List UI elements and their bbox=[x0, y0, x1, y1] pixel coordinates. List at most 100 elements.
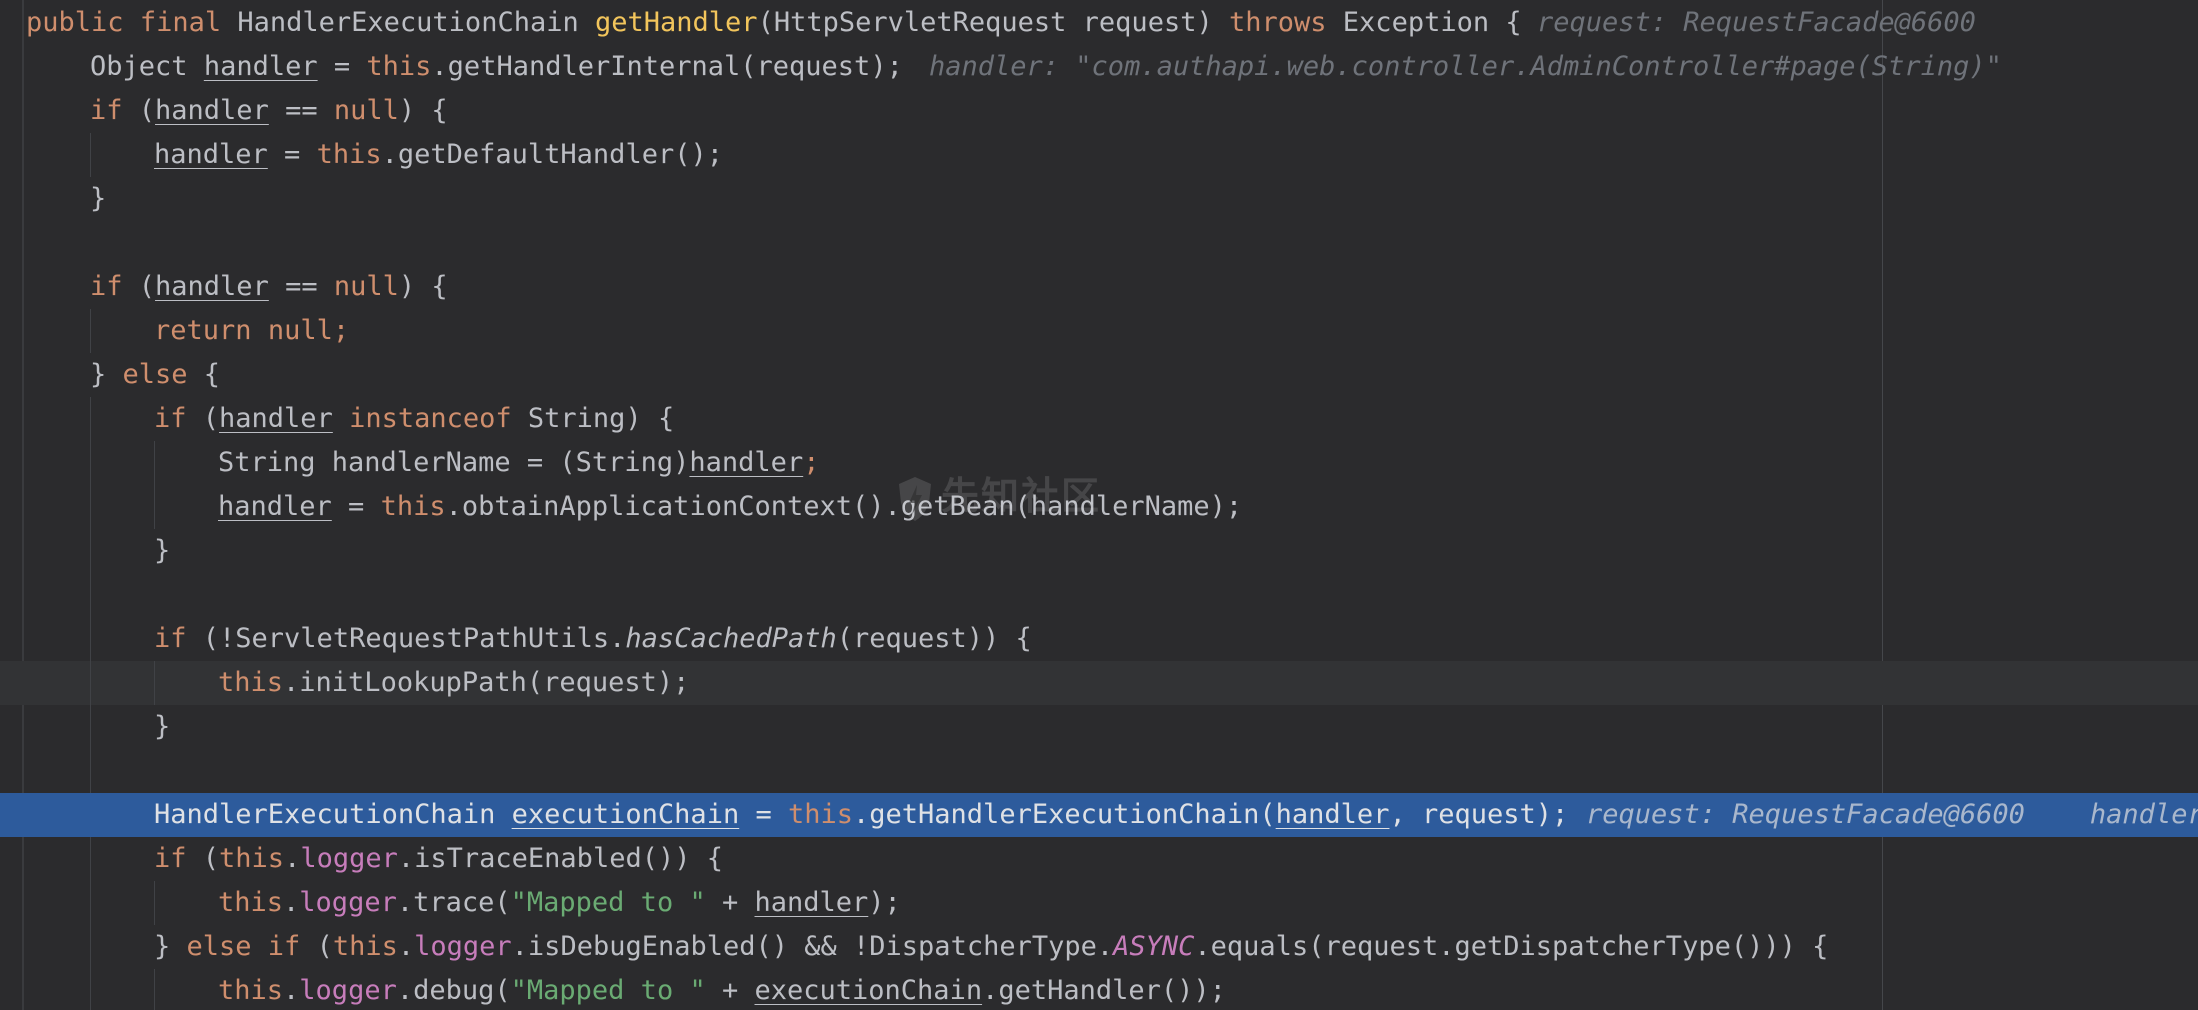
indent-guide bbox=[90, 705, 91, 749]
code-text: this.initLookupPath(request); bbox=[218, 661, 689, 705]
variable-token: executionChain bbox=[511, 799, 740, 830]
code-text: public final HandlerExecutionChain getHa… bbox=[26, 1, 1522, 45]
code-line-3[interactable]: if (handler == null) { bbox=[0, 89, 2198, 133]
inline-debug-value: request: RequestFacade@6600 handler: bbox=[1586, 799, 2198, 830]
indent-guide bbox=[154, 969, 155, 1010]
variable-token: handler bbox=[689, 447, 804, 478]
keyword-token: else if bbox=[186, 931, 301, 962]
indent-guide bbox=[90, 617, 91, 661]
keyword-token: public bbox=[26, 7, 124, 38]
variable-token: handler bbox=[218, 491, 332, 522]
code-text: return null; bbox=[154, 309, 349, 353]
punct-token: ) { bbox=[398, 271, 448, 302]
code-text: } bbox=[154, 535, 171, 566]
variable-token: handler bbox=[754, 887, 869, 918]
punct-token: ; bbox=[332, 315, 350, 346]
keyword-token: this bbox=[787, 799, 854, 830]
code-text: if (handler == null) { bbox=[90, 89, 448, 133]
indent-guide bbox=[90, 837, 91, 881]
punct-token: } bbox=[90, 359, 123, 390]
keyword-token: null bbox=[333, 271, 399, 302]
keyword-token: this bbox=[218, 667, 284, 698]
indent-guide bbox=[90, 925, 91, 969]
operator-token: = bbox=[331, 491, 381, 522]
code-line-14[interactable] bbox=[0, 573, 2198, 617]
keyword-token: final bbox=[139, 7, 222, 38]
code-line-13[interactable]: } bbox=[0, 529, 2198, 573]
method-name-token: getHandler bbox=[595, 7, 758, 38]
type-token: String) { bbox=[511, 403, 675, 434]
operator-token: + bbox=[705, 887, 755, 918]
keyword-token: this bbox=[219, 843, 285, 874]
code-line-6[interactable] bbox=[0, 221, 2198, 265]
call-token: , request); bbox=[1389, 799, 1569, 830]
execution-point-line[interactable]: HandlerExecutionChain executionChain = t… bbox=[0, 793, 2198, 837]
code-text: if (this.logger.isTraceEnabled()) { bbox=[154, 837, 723, 881]
static-method-token: hasCachedPath bbox=[625, 623, 837, 654]
code-line-5[interactable]: } bbox=[0, 177, 2198, 221]
code-line-4[interactable]: handler = this.getDefaultHandler(); bbox=[0, 133, 2198, 177]
call-token: .getHandler()); bbox=[982, 975, 1226, 1006]
keyword-token: return bbox=[154, 315, 252, 346]
code-line-10[interactable]: if (handler instanceof String) { bbox=[0, 397, 2198, 441]
code-text: } else if (this.logger.isDebugEnabled() … bbox=[154, 925, 1828, 969]
punct-token: ( bbox=[122, 95, 156, 126]
keyword-token: this bbox=[316, 139, 382, 170]
punct-token: . bbox=[283, 975, 300, 1006]
variable-token: handler bbox=[155, 95, 269, 126]
code-line-20[interactable]: if (this.logger.isTraceEnabled()) { bbox=[0, 837, 2198, 881]
keyword-token: instanceof bbox=[332, 403, 512, 434]
type-token: HandlerExecutionChain bbox=[237, 7, 579, 38]
field-token: logger bbox=[299, 975, 397, 1006]
code-text: } bbox=[90, 183, 107, 214]
keyword-token: else bbox=[122, 359, 188, 390]
shield-logo-icon bbox=[899, 476, 931, 521]
string-token: "Mapped to " bbox=[510, 887, 706, 918]
keyword-token: this bbox=[380, 491, 446, 522]
punct-token: ( bbox=[186, 843, 220, 874]
code-line-16[interactable]: this.initLookupPath(request); bbox=[0, 661, 2198, 705]
field-token: logger bbox=[299, 887, 397, 918]
code-line-8[interactable]: return null; bbox=[0, 309, 2198, 353]
code-line-22[interactable]: } else if (this.logger.isDebugEnabled() … bbox=[0, 925, 2198, 969]
code-text: this.logger.debug("Mapped to " + executi… bbox=[218, 969, 1226, 1010]
code-text: HandlerExecutionChain executionChain = t… bbox=[154, 793, 1568, 837]
punct-token: ) { bbox=[398, 95, 448, 126]
code-line-9[interactable]: } else { bbox=[0, 353, 2198, 397]
punct-token: ( bbox=[122, 271, 156, 302]
type-token: Exception { bbox=[1342, 7, 1522, 38]
operator-token: == bbox=[268, 95, 334, 126]
code-editor[interactable]: public final HandlerExecutionChain getHa… bbox=[0, 0, 2198, 1010]
code-text: } else { bbox=[90, 353, 220, 397]
code-line-7[interactable]: if (handler == null) { bbox=[0, 265, 2198, 309]
code-line-23[interactable]: this.logger.debug("Mapped to " + executi… bbox=[0, 969, 2198, 1010]
inline-debug-value: handler: "com.authapi.web.controller.Adm… bbox=[929, 51, 2002, 82]
code-line-17[interactable]: } bbox=[0, 705, 2198, 749]
indent-guide bbox=[90, 529, 91, 573]
call-token: .initLookupPath(request); bbox=[283, 667, 690, 698]
code-text: if (handler instanceof String) { bbox=[154, 397, 674, 441]
punct-token: { bbox=[187, 359, 221, 390]
code-line-2[interactable]: Object handler = this.getHandlerInternal… bbox=[0, 45, 2198, 89]
keyword-token: this bbox=[366, 51, 432, 82]
code-text: Object handler = this.getHandlerInternal… bbox=[90, 45, 903, 89]
operator-token: = bbox=[739, 799, 788, 830]
call-token: .isDebugEnabled() && !DispatcherType. bbox=[511, 931, 1114, 962]
code-line-21[interactable]: this.logger.trace("Mapped to " + handler… bbox=[0, 881, 2198, 925]
punct-token: . bbox=[397, 931, 415, 962]
keyword-token: this bbox=[332, 931, 398, 962]
call-token: (request)) { bbox=[836, 623, 1032, 654]
code-line-1[interactable]: public final HandlerExecutionChain getHa… bbox=[0, 1, 2198, 45]
code-line-18[interactable] bbox=[0, 749, 2198, 793]
variable-token: handler bbox=[203, 51, 318, 82]
punct-token: ; bbox=[803, 447, 820, 478]
call-token: .getHandlerInternal(request); bbox=[431, 51, 903, 82]
type-token: Object bbox=[90, 51, 188, 82]
indent-guide bbox=[90, 441, 91, 485]
code-line-15[interactable]: if (!ServletRequestPathUtils.hasCachedPa… bbox=[0, 617, 2198, 661]
constant-token: ASYNC bbox=[1113, 931, 1195, 962]
indent-guide bbox=[90, 881, 91, 925]
field-token: logger bbox=[300, 843, 398, 874]
punct-token: . bbox=[283, 887, 300, 918]
indent-guide bbox=[90, 749, 91, 793]
